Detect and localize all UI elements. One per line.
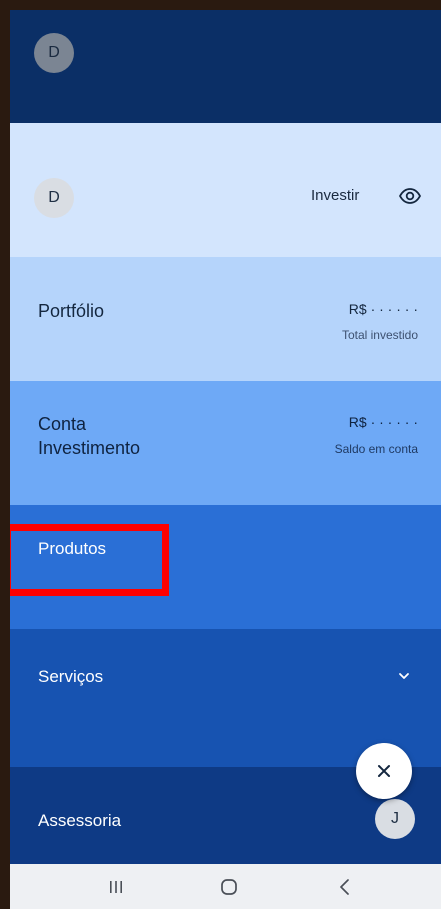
portfolio-amount: R$ · · · · · · (348, 301, 418, 317)
home-icon[interactable] (218, 876, 240, 898)
recents-icon[interactable] (105, 876, 127, 898)
portfolio-card[interactable]: Portfólio R$ · · · · · · Total investido (10, 257, 441, 381)
conta-title-line2: Investimento (38, 438, 141, 458)
conta-investimento-card[interactable]: Conta Investimento R$ · · · · · · Saldo … (10, 381, 441, 505)
eye-icon[interactable] (398, 184, 422, 208)
back-icon[interactable] (334, 876, 356, 898)
header-band: D (10, 10, 441, 123)
investir-avatar-initial: D (48, 189, 60, 206)
conta-title: Conta Investimento (38, 412, 140, 460)
system-navigation-bar (10, 864, 441, 909)
investir-label[interactable]: Investir (311, 187, 359, 204)
profile-avatar-initial: D (48, 44, 60, 61)
investir-card[interactable]: D Investir (10, 123, 441, 257)
conta-caption: Saldo em conta (334, 442, 418, 456)
close-icon (378, 765, 390, 777)
close-button[interactable] (356, 743, 412, 799)
portfolio-caption: Total investido (341, 328, 418, 342)
portfolio-title: Portfólio (38, 301, 105, 321)
investir-avatar: D (34, 178, 74, 218)
profile-avatar[interactable]: D (34, 33, 74, 73)
assessoria-title[interactable]: Assessoria (38, 809, 121, 833)
conta-amount: R$ · · · · · · (348, 414, 418, 430)
chevron-down-icon[interactable] (396, 668, 412, 684)
conta-title-line1: Conta (38, 414, 87, 434)
app-screen: D D Investir Portfólio R$ · · · · · · To… (10, 10, 441, 909)
servicos-title[interactable]: Serviços (38, 665, 103, 689)
advisor-avatar[interactable]: J (375, 799, 415, 839)
advisor-avatar-initial: J (391, 810, 399, 827)
highlight-box (10, 524, 169, 596)
